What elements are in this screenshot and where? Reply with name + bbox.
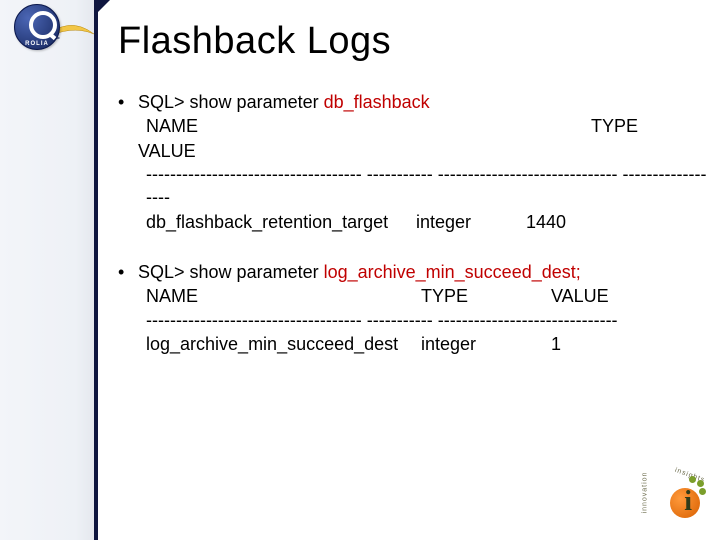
sql-prompt-1: SQL> show parameter xyxy=(138,92,324,112)
rolia-q-icon xyxy=(29,11,57,39)
slide: ROLIA Flashback Logs SQL> show parameter… xyxy=(0,0,720,540)
rolia-badge-icon: ROLIA xyxy=(14,4,60,50)
col-header-type-2: TYPE xyxy=(421,284,551,308)
param-name-2: log_archive_min_succeed_dest; xyxy=(324,262,581,282)
logo-group: ROLIA xyxy=(6,4,92,66)
corner-triangle xyxy=(98,0,110,12)
row-value-1: 1440 xyxy=(526,210,606,234)
row-name-2: log_archive_min_succeed_dest xyxy=(146,332,421,356)
col-header-value-1: VALUE xyxy=(138,139,708,163)
bullet-2: SQL> show parameter log_archive_min_succ… xyxy=(118,260,708,356)
row-name-1: db_flashback_retention_target xyxy=(146,210,416,234)
petal-icon xyxy=(697,480,704,487)
output-block-1: NAME TYPE VALUE ------------------------… xyxy=(138,114,708,234)
bullet-1: SQL> show parameter db_flashback NAME TY… xyxy=(118,90,708,234)
rolia-badge-label: ROLIA xyxy=(15,41,59,47)
row-type-2: integer xyxy=(421,332,551,356)
separator-1: ------------------------------------ ---… xyxy=(138,163,708,210)
separator-2: ------------------------------------ ---… xyxy=(138,309,708,332)
left-bar xyxy=(0,0,96,540)
output-block-2: NAME TYPE VALUE ------------------------… xyxy=(138,284,708,356)
petal-icon xyxy=(699,488,706,495)
col-header-name-2: NAME xyxy=(146,284,421,308)
content-area: SQL> show parameter db_flashback NAME TY… xyxy=(118,90,708,382)
row-value-2: 1 xyxy=(551,332,611,356)
letter-i-icon: i xyxy=(684,486,692,518)
arc-word-2: innovation xyxy=(641,472,648,514)
petal-icon xyxy=(689,476,696,483)
row-type-1: integer xyxy=(416,210,526,234)
col-header-value-2: VALUE xyxy=(551,284,611,308)
page-title: Flashback Logs xyxy=(118,20,391,63)
param-name-1: db_flashback xyxy=(324,92,430,112)
col-header-type-1: TYPE xyxy=(346,114,678,138)
col-header-name-1: NAME xyxy=(138,114,346,138)
innovation-logo: insights innovation i xyxy=(648,468,706,526)
left-bar-accent xyxy=(94,0,98,540)
sql-prompt-2: SQL> show parameter xyxy=(138,262,324,282)
